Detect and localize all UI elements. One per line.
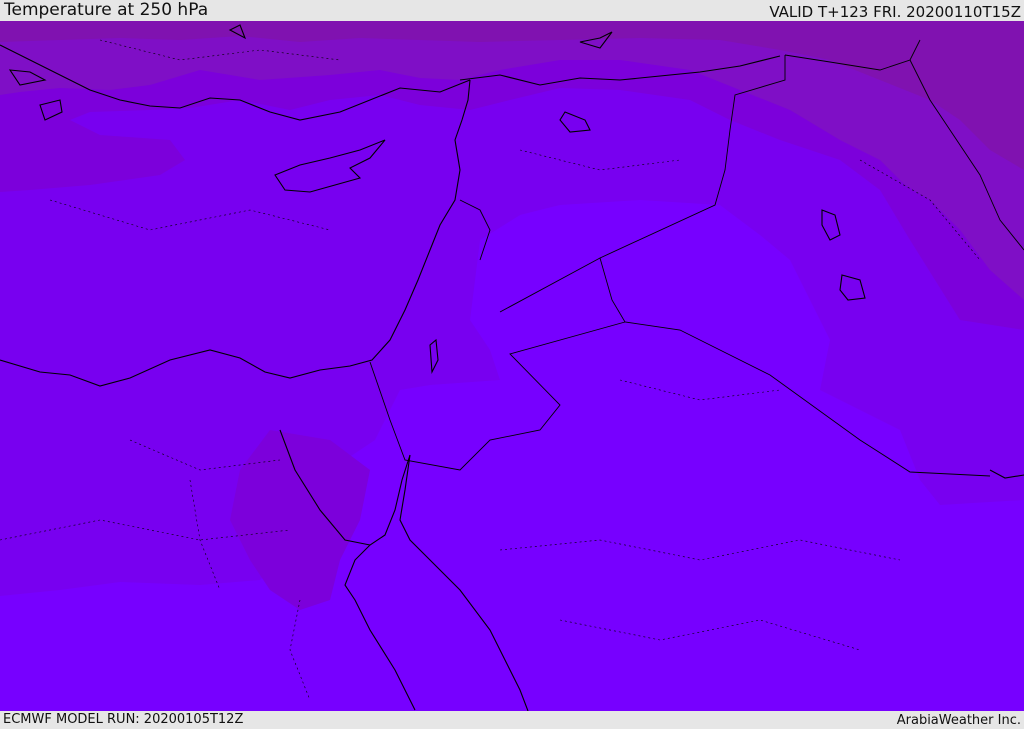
footer-bar: ECMWF MODEL RUN: 20200105T12Z ArabiaWeat… <box>0 711 1024 729</box>
map-panel[interactable] <box>0 21 1024 711</box>
forecast-map-frame: Temperature at 250 hPa VALID T+123 FRI. … <box>0 0 1024 729</box>
valid-time: VALID T+123 FRI. 20200110T15Z <box>769 3 1021 21</box>
map-title: Temperature at 250 hPa <box>4 0 209 20</box>
header-bar: Temperature at 250 hPa VALID T+123 FRI. … <box>0 0 1024 21</box>
model-run: ECMWF MODEL RUN: 20200105T12Z <box>3 712 244 727</box>
credit: ArabiaWeather Inc. <box>896 713 1021 728</box>
temperature-map <box>0 21 1024 711</box>
